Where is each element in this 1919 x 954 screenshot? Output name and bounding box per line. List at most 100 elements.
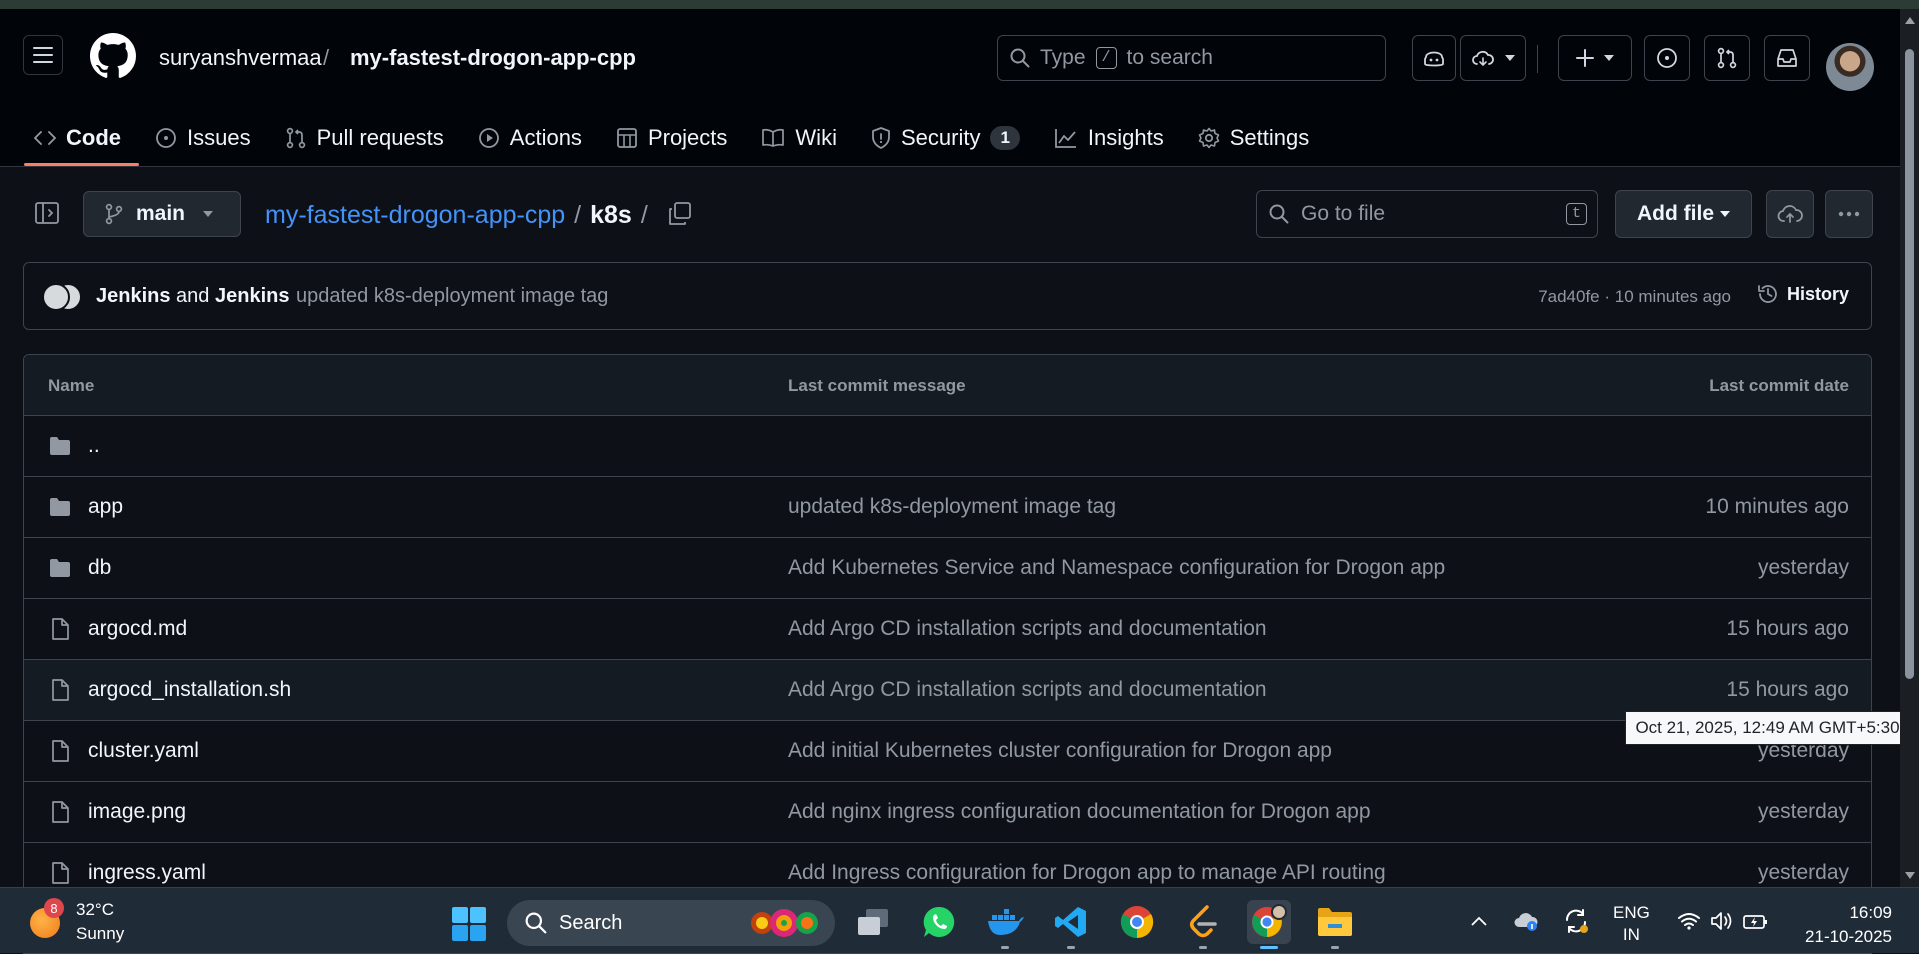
file-commit-message[interactable]: Add Ingress configuration for Drogon app… <box>788 861 1386 885</box>
create-new-button[interactable] <box>1558 35 1632 81</box>
show-hidden-icons-chevron-up-icon[interactable] <box>1464 906 1494 936</box>
tab-security[interactable]: Security 1 <box>855 109 1038 166</box>
file-name-link[interactable]: argocd.md <box>88 617 187 641</box>
issues-button[interactable] <box>1644 35 1690 81</box>
file-commit-message[interactable]: Add Kubernetes Service and Namespace con… <box>788 556 1445 580</box>
branch-name: main <box>136 202 186 225</box>
github-logo-icon[interactable] <box>90 33 136 79</box>
more-options-button[interactable] <box>1825 190 1873 238</box>
table-row[interactable]: cluster.yaml Add initial Kubernetes clus… <box>24 721 1871 782</box>
onedrive-cloud-icon[interactable] <box>1511 906 1541 936</box>
file-commit-date: yesterday <box>1757 556 1849 579</box>
side-panel-toggle-icon[interactable] <box>34 200 60 226</box>
file-icon <box>52 801 69 823</box>
windows-start-icon[interactable] <box>451 906 487 942</box>
folder-icon <box>50 437 70 455</box>
file-name-link[interactable]: image.png <box>88 800 186 824</box>
kebab-horizontal-icon <box>1838 211 1860 217</box>
file-icon <box>52 679 69 701</box>
docker-icon[interactable] <box>983 900 1027 949</box>
running-indicator <box>1199 946 1207 949</box>
leetcode-icon[interactable] <box>1181 900 1225 949</box>
copilot-button[interactable] <box>1412 35 1456 81</box>
sync-update-icon[interactable] <box>1561 906 1591 936</box>
shield-icon <box>872 126 890 149</box>
input-language-indicator[interactable]: ENG IN <box>1613 902 1650 946</box>
inbox-button[interactable] <box>1764 35 1810 81</box>
table-row[interactable]: image.png Add nginx ingress configuratio… <box>24 782 1871 843</box>
commit-message-link[interactable]: updated k8s-deployment image tag <box>296 285 608 308</box>
repo-owner-link[interactable]: suryanshvermaa <box>159 45 322 71</box>
issue-icon <box>1657 48 1677 68</box>
taskbar-search-box[interactable]: Search <box>507 900 835 946</box>
weather-temperature[interactable]: 32°C <box>76 900 114 920</box>
wifi-icon[interactable] <box>1674 906 1704 936</box>
commit-author-link[interactable]: Jenkins <box>96 285 170 307</box>
table-row[interactable]: app updated k8s-deployment image tag 10 … <box>24 477 1871 538</box>
tab-label: Security <box>900 124 981 150</box>
table-row[interactable]: argocd.md Add Argo CD installation scrip… <box>24 599 1871 660</box>
file-name-link[interactable]: argocd_installation.sh <box>88 678 291 702</box>
table-row[interactable]: db Add Kubernetes Service and Namespace … <box>24 538 1871 599</box>
file-name-link[interactable]: .. <box>88 434 100 458</box>
breadcrumb-repo-link[interactable]: my-fastest-drogon-app-cpp <box>265 201 565 230</box>
pull-requests-button[interactable] <box>1704 35 1750 81</box>
cloud-icon <box>1472 50 1494 67</box>
system-clock[interactable]: 16:09 21-10-2025 <box>1805 901 1892 949</box>
tab-pull-requests[interactable]: Pull requests <box>269 109 462 166</box>
tab-actions[interactable]: Actions <box>462 109 600 166</box>
file-commit-message[interactable]: Add Argo CD installation scripts and doc… <box>788 678 1267 702</box>
upload-button[interactable] <box>1766 190 1814 238</box>
whatsapp-icon[interactable] <box>917 900 961 944</box>
battery-charging-icon[interactable] <box>1740 906 1770 936</box>
folder-icon <box>50 498 70 516</box>
page-scrollbar[interactable] <box>1900 9 1919 887</box>
tab-projects[interactable]: Projects <box>600 109 745 166</box>
scroll-down-arrow-icon[interactable] <box>1905 872 1915 879</box>
tab-label: Insights <box>1087 124 1164 150</box>
copilot-menu-button[interactable] <box>1460 35 1526 81</box>
repo-name-link[interactable]: my-fastest-drogon-app-cpp <box>350 45 636 71</box>
add-file-label: Add file <box>1637 202 1714 225</box>
file-commit-message[interactable]: Add initial Kubernetes cluster configura… <box>788 739 1332 763</box>
branch-selector-button[interactable]: main <box>83 191 241 237</box>
vscode-icon[interactable] <box>1049 900 1093 949</box>
file-explorer-icon[interactable] <box>1313 900 1357 949</box>
commit-author-conjunction: and <box>176 285 210 307</box>
file-commit-message[interactable]: updated k8s-deployment image tag <box>788 495 1116 519</box>
volume-icon[interactable] <box>1707 906 1737 936</box>
file-name-link[interactable]: app <box>88 495 123 519</box>
menu-button[interactable] <box>23 35 63 75</box>
file-commit-message[interactable]: Add Argo CD installation scripts and doc… <box>788 617 1267 641</box>
file-name-link[interactable]: cluster.yaml <box>88 739 199 763</box>
file-name-link[interactable]: db <box>88 556 111 580</box>
file-name-link[interactable]: ingress.yaml <box>88 861 206 885</box>
go-to-file-input[interactable]: Go to file t <box>1256 190 1598 238</box>
tab-wiki[interactable]: Wiki <box>745 109 855 166</box>
tab-code[interactable]: Code <box>0 109 139 166</box>
folder-icon <box>50 559 70 577</box>
table-row[interactable]: argocd_installation.sh Add Argo CD insta… <box>24 660 1871 721</box>
tab-settings[interactable]: Settings <box>1182 109 1328 166</box>
breadcrumb-current-folder: k8s <box>590 201 632 229</box>
history-button[interactable]: History <box>1757 283 1849 305</box>
add-file-button[interactable]: Add file <box>1615 190 1752 238</box>
global-search-input[interactable]: Type / to search <box>997 35 1386 81</box>
repo-nav-tabs: Code Issues Pull requests Actions Projec… <box>0 109 1327 166</box>
copy-path-icon[interactable] <box>667 201 693 227</box>
user-avatar[interactable] <box>1826 43 1874 91</box>
tab-issues[interactable]: Issues <box>139 109 269 166</box>
chrome-icon[interactable] <box>1115 900 1159 944</box>
commit-author-link[interactable]: Jenkins <box>215 285 289 307</box>
commit-author-avatars[interactable] <box>42 283 82 311</box>
commit-hash-and-time[interactable]: 7ad40fe · 10 minutes ago <box>1538 287 1731 307</box>
tab-insights[interactable]: Insights <box>1038 109 1182 166</box>
weather-condition[interactable]: Sunny <box>76 924 124 944</box>
table-row[interactable]: .. <box>24 416 1871 477</box>
file-commit-message[interactable]: Add nginx ingress configuration document… <box>788 800 1371 824</box>
scroll-up-arrow-icon[interactable] <box>1905 17 1915 24</box>
chrome-profile-icon[interactable] <box>1247 900 1291 949</box>
task-view-icon[interactable] <box>851 900 895 944</box>
running-indicator <box>1067 946 1075 949</box>
scrollbar-thumb[interactable] <box>1905 49 1914 679</box>
